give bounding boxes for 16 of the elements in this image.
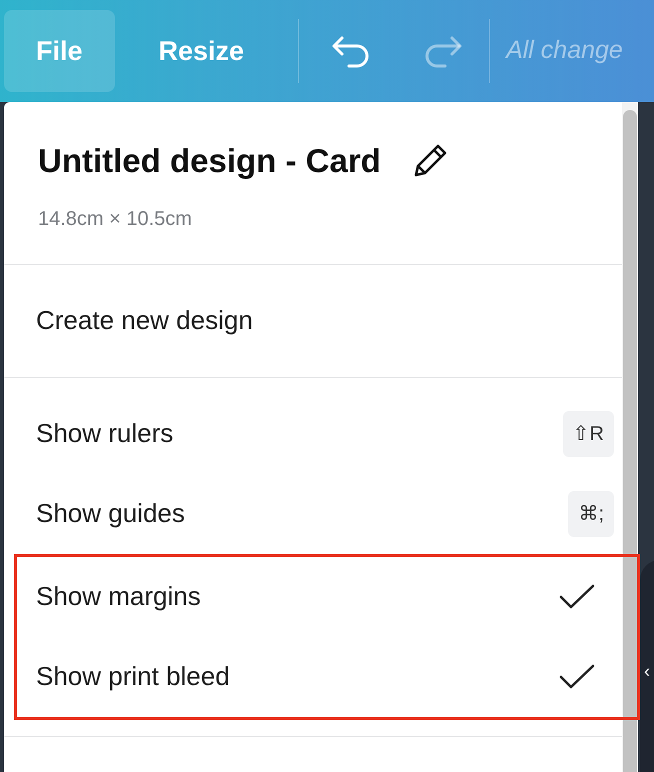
collapse-arrow: ‹ [644, 662, 650, 680]
menu-item[interactable]: Show print bleed [4, 636, 603, 716]
undo-icon[interactable] [331, 34, 372, 68]
menu-item[interactable]: Show guides ⌘; [4, 474, 622, 554]
checkmark-icon [559, 582, 595, 610]
menu-item[interactable]: Show rulers ⇧R [4, 394, 622, 474]
checkmark-icon [559, 662, 595, 690]
shortcut-hint: ⇧R [562, 410, 614, 456]
design-size: 14.8cm × 10.5cm [38, 206, 192, 232]
shortcut-hint: ⌘; [568, 490, 614, 536]
design-title: Untitled design - Card [38, 141, 381, 181]
collapse-tab[interactable]: ‹ [640, 560, 654, 772]
scrollbar[interactable] [622, 102, 638, 772]
menu-item[interactable]: Show margins [4, 556, 603, 636]
menu-item[interactable]: Create new design [4, 280, 622, 360]
save-status: All change [506, 35, 623, 66]
